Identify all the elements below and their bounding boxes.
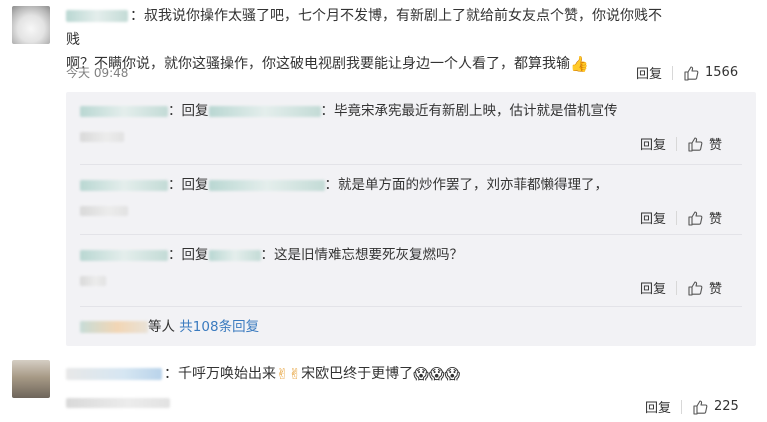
like-button[interactable]: 赞 (687, 278, 722, 297)
like-label: 赞 (709, 138, 723, 153)
thumbs-up-icon (693, 399, 708, 415)
reply-actions: 回复 赞 (640, 134, 722, 153)
comment-body: ：叔我说你操作太骚了吧，七个月不发博，有新剧上了就给前女友点个赞，你说你贱不贱 … (66, 4, 666, 76)
comment-time: 今天 09:48 (66, 66, 129, 80)
blurred-time (80, 276, 106, 286)
more-replies-count[interactable]: 共108条回复 (179, 319, 259, 335)
reply-prefix: ：回复 (168, 177, 209, 193)
blurred-username[interactable] (66, 368, 162, 380)
more-replies-link[interactable]: 等人 共108条回复 (80, 316, 259, 338)
thumbs-up-emoji-icon: 👍 (570, 55, 589, 73)
comment-text-line: ：叔我说你操作太骚了吧，七个月不发博，有新剧上了就给前女友点个赞，你说你贱不贱 (66, 8, 662, 48)
thumbs-up-icon (684, 65, 699, 81)
action-divider (672, 65, 674, 80)
like-button[interactable]: 1566 (683, 65, 738, 81)
more-replies-suffix: 等人 (148, 319, 175, 335)
blurred-usernames (80, 321, 148, 333)
reply-button[interactable]: 回复 (640, 134, 666, 153)
blurred-username[interactable] (80, 249, 168, 261)
reply-actions: 回复 赞 (640, 278, 722, 297)
reply-button[interactable]: 回复 (636, 63, 662, 82)
action-divider (676, 280, 678, 295)
comment-body: ：千呼万唤始出来✌✌宋欧巴终于更博了😱😱😱 (66, 362, 666, 386)
blurred-mention[interactable] (208, 179, 325, 191)
like-button[interactable]: 赞 (687, 134, 722, 153)
avatar[interactable] (12, 360, 50, 398)
reply-content: ：这是旧情难忘想要死灰复燃吗？ (260, 247, 464, 263)
action-divider (676, 210, 678, 225)
like-button[interactable]: 赞 (687, 208, 722, 227)
reply-text: ：回复 ：就是单方面的炒作罢了，刘亦菲都懒得理了， (80, 174, 608, 196)
like-count: 225 (714, 399, 739, 414)
blurred-mention[interactable] (208, 249, 261, 261)
reply-actions: 回复 赞 (640, 208, 722, 227)
like-label: 赞 (709, 282, 723, 297)
divider (80, 306, 742, 307)
blurred-username[interactable] (80, 105, 168, 117)
comment-actions: 回复 1566 (636, 63, 738, 82)
blurred-time (66, 398, 170, 408)
blurred-time (80, 132, 124, 142)
blurred-username[interactable] (66, 10, 128, 22)
blurred-username[interactable] (80, 179, 168, 191)
screaming-face-icon: 😱😱😱 (413, 365, 461, 383)
comment-line-2: 啊？不瞒你说，就你这骚操作，你这破电视剧我要能让身边一个人看了，都算我输👍 (66, 52, 666, 76)
comment-line-1: ：叔我说你操作太骚了吧，七个月不发博，有新剧上了就给前女友点个赞，你说你贱不贱 (66, 4, 666, 52)
thumbs-up-icon (688, 136, 703, 152)
divider (80, 164, 742, 165)
like-button[interactable]: 225 (692, 399, 739, 415)
reply-list: ：回复 ：毕竟宋承宪最近有新剧上映，估计就是借机宣传 回复 赞 ：回复 ：就是单方面… (66, 92, 756, 346)
reply-text: ：回复 ：这是旧情难忘想要死灰复燃吗？ (80, 244, 463, 266)
reply-prefix: ：回复 (168, 103, 209, 119)
blurred-time (80, 206, 128, 216)
thumbs-up-icon (688, 210, 703, 226)
action-divider (681, 399, 683, 414)
comment-text-part: 宋欧巴终于更博了 (301, 366, 414, 382)
like-count: 1566 (705, 65, 739, 80)
comment-actions: 回复 225 (645, 397, 739, 416)
thumbs-up-icon (688, 280, 703, 296)
reply-text: ：回复 ：毕竟宋承宪最近有新剧上映，估计就是借机宣传 (80, 100, 618, 122)
like-label: 赞 (709, 212, 723, 227)
reply-content: ：就是单方面的炒作罢了，刘亦菲都懒得理了， (324, 177, 609, 193)
reply-content: ：毕竟宋承宪最近有新剧上映，估计就是借机宣传 (320, 103, 618, 119)
reply-prefix: ：回复 (168, 247, 209, 263)
action-divider (676, 136, 678, 151)
reply-button[interactable]: 回复 (640, 208, 666, 227)
avatar[interactable] (12, 6, 50, 44)
victory-hand-icon: ✌✌ (276, 365, 302, 383)
reply-button[interactable]: 回复 (640, 278, 666, 297)
reply-button[interactable]: 回复 (645, 397, 671, 416)
comment-text-part: ：千呼万唤始出来 (164, 366, 276, 382)
divider (80, 234, 742, 235)
blurred-mention[interactable] (208, 105, 321, 117)
comment-text-line: 啊？不瞒你说，就你这骚操作，你这破电视剧我要能让身边一个人看了，都算我输 (66, 56, 570, 72)
